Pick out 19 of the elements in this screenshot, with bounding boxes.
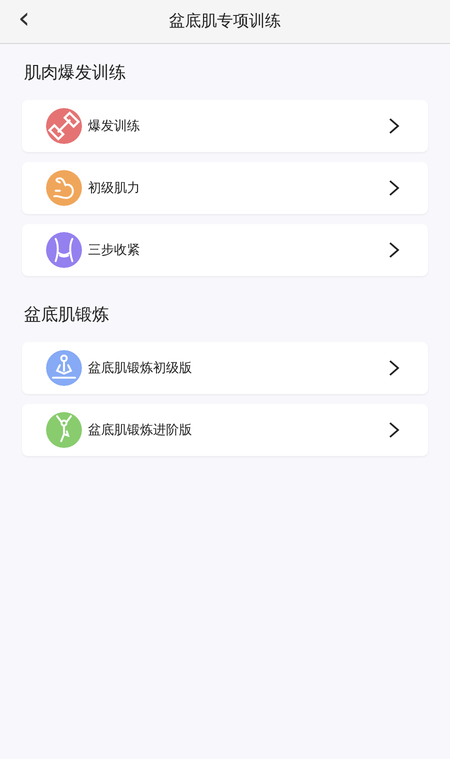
back-button[interactable]: ‹ <box>14 4 34 34</box>
list-item[interactable]: 盆底肌锻炼进阶版 <box>22 404 428 456</box>
list-item[interactable]: 初级肌力 <box>22 162 428 214</box>
chevron-right-icon <box>388 421 400 439</box>
chevron-right-icon <box>388 179 400 197</box>
list-item[interactable]: 三步收紧 <box>22 224 428 276</box>
list-item[interactable]: 爆发训练 <box>22 100 428 152</box>
item-label: 三步收紧 <box>88 242 141 259</box>
item-label: 初级肌力 <box>88 180 141 197</box>
list-item[interactable]: 盆底肌锻炼初级版 <box>22 342 428 394</box>
section-title: 肌肉爆发训练 <box>24 62 126 84</box>
item-label: 爆发训练 <box>88 118 141 135</box>
section-title: 盆底肌锻炼 <box>24 304 109 326</box>
chevron-right-icon <box>388 241 400 259</box>
page-title: 盆底肌专项训练 <box>169 11 281 32</box>
chevron-right-icon <box>388 359 400 377</box>
item-label: 盆底肌锻炼初级版 <box>88 360 193 377</box>
item-label: 盆底肌锻炼进阶版 <box>88 422 193 439</box>
chevron-right-icon <box>388 117 400 135</box>
